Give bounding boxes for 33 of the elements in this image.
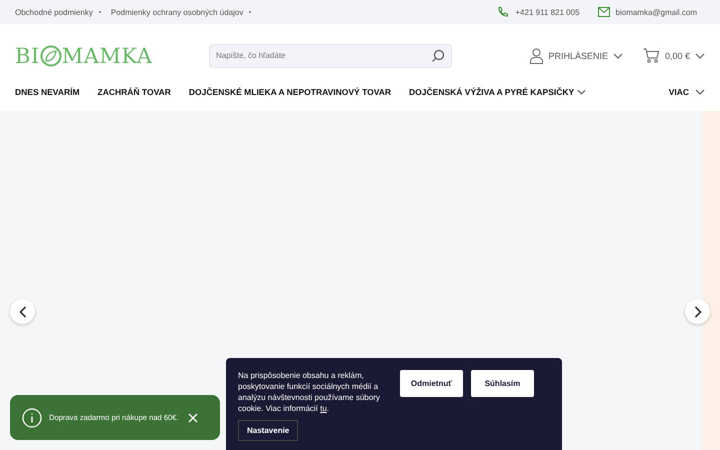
leaf-icon (40, 44, 62, 66)
nav-item[interactable]: DOJČENSKÉ MLIEKA A NEPOTRAVINOVÝ TOVAR (188, 87, 392, 97)
accept-button[interactable]: Súhlasím (471, 370, 534, 397)
nav-item[interactable]: VIAC (668, 87, 705, 97)
user-icon (530, 48, 544, 64)
chevron-left-icon (18, 306, 26, 318)
search-icon[interactable] (431, 48, 445, 62)
cart-icon (642, 48, 660, 63)
nav-item[interactable]: DOJČENSKÁ VÝŽIVA A PYRÉ KAPSIČKY (409, 87, 586, 97)
close-icon (188, 412, 198, 422)
email-address: biomamka@gmail.com (616, 8, 697, 16)
settings-button[interactable]: Nastavenie (238, 420, 298, 441)
chevron-down-icon (695, 89, 705, 95)
top-link[interactable]: Podmienky ochrany osobných údajov (110, 8, 244, 16)
cart-link[interactable]: 0,00 € (642, 48, 705, 63)
info-link[interactable]: tu (320, 404, 327, 413)
mail-icon (598, 7, 610, 17)
nav-item[interactable]: ZACHRÁŇ TOVAR (98, 87, 171, 97)
chevron-down-icon (612, 52, 623, 58)
cookie-message: Na prispôsobenie obsahu a reklám, poskytovanie funkcií sociálnych médií a analýzu návštevnosti používame súbory cookie. Viac informácií tu. (238, 370, 381, 414)
previous-button[interactable] (10, 299, 35, 324)
chevron-down-icon (695, 52, 705, 58)
info-icon (22, 408, 42, 428)
phone-number: +421 911 821 005 (515, 8, 580, 16)
close-button[interactable] (186, 410, 200, 424)
phone-icon (497, 6, 510, 18)
top-link[interactable]: Obchodné podmienky (15, 8, 93, 16)
nav-item[interactable]: DNES NEVARÍM (15, 87, 80, 97)
login-link[interactable]: PRIHLÁSENIE (530, 48, 623, 64)
search-field[interactable]: Napíšte, čo hľadáte (209, 44, 452, 68)
chevron-right-icon (694, 306, 702, 318)
next-button[interactable] (685, 299, 710, 324)
reject-button[interactable]: Odmietnuť (400, 370, 463, 397)
